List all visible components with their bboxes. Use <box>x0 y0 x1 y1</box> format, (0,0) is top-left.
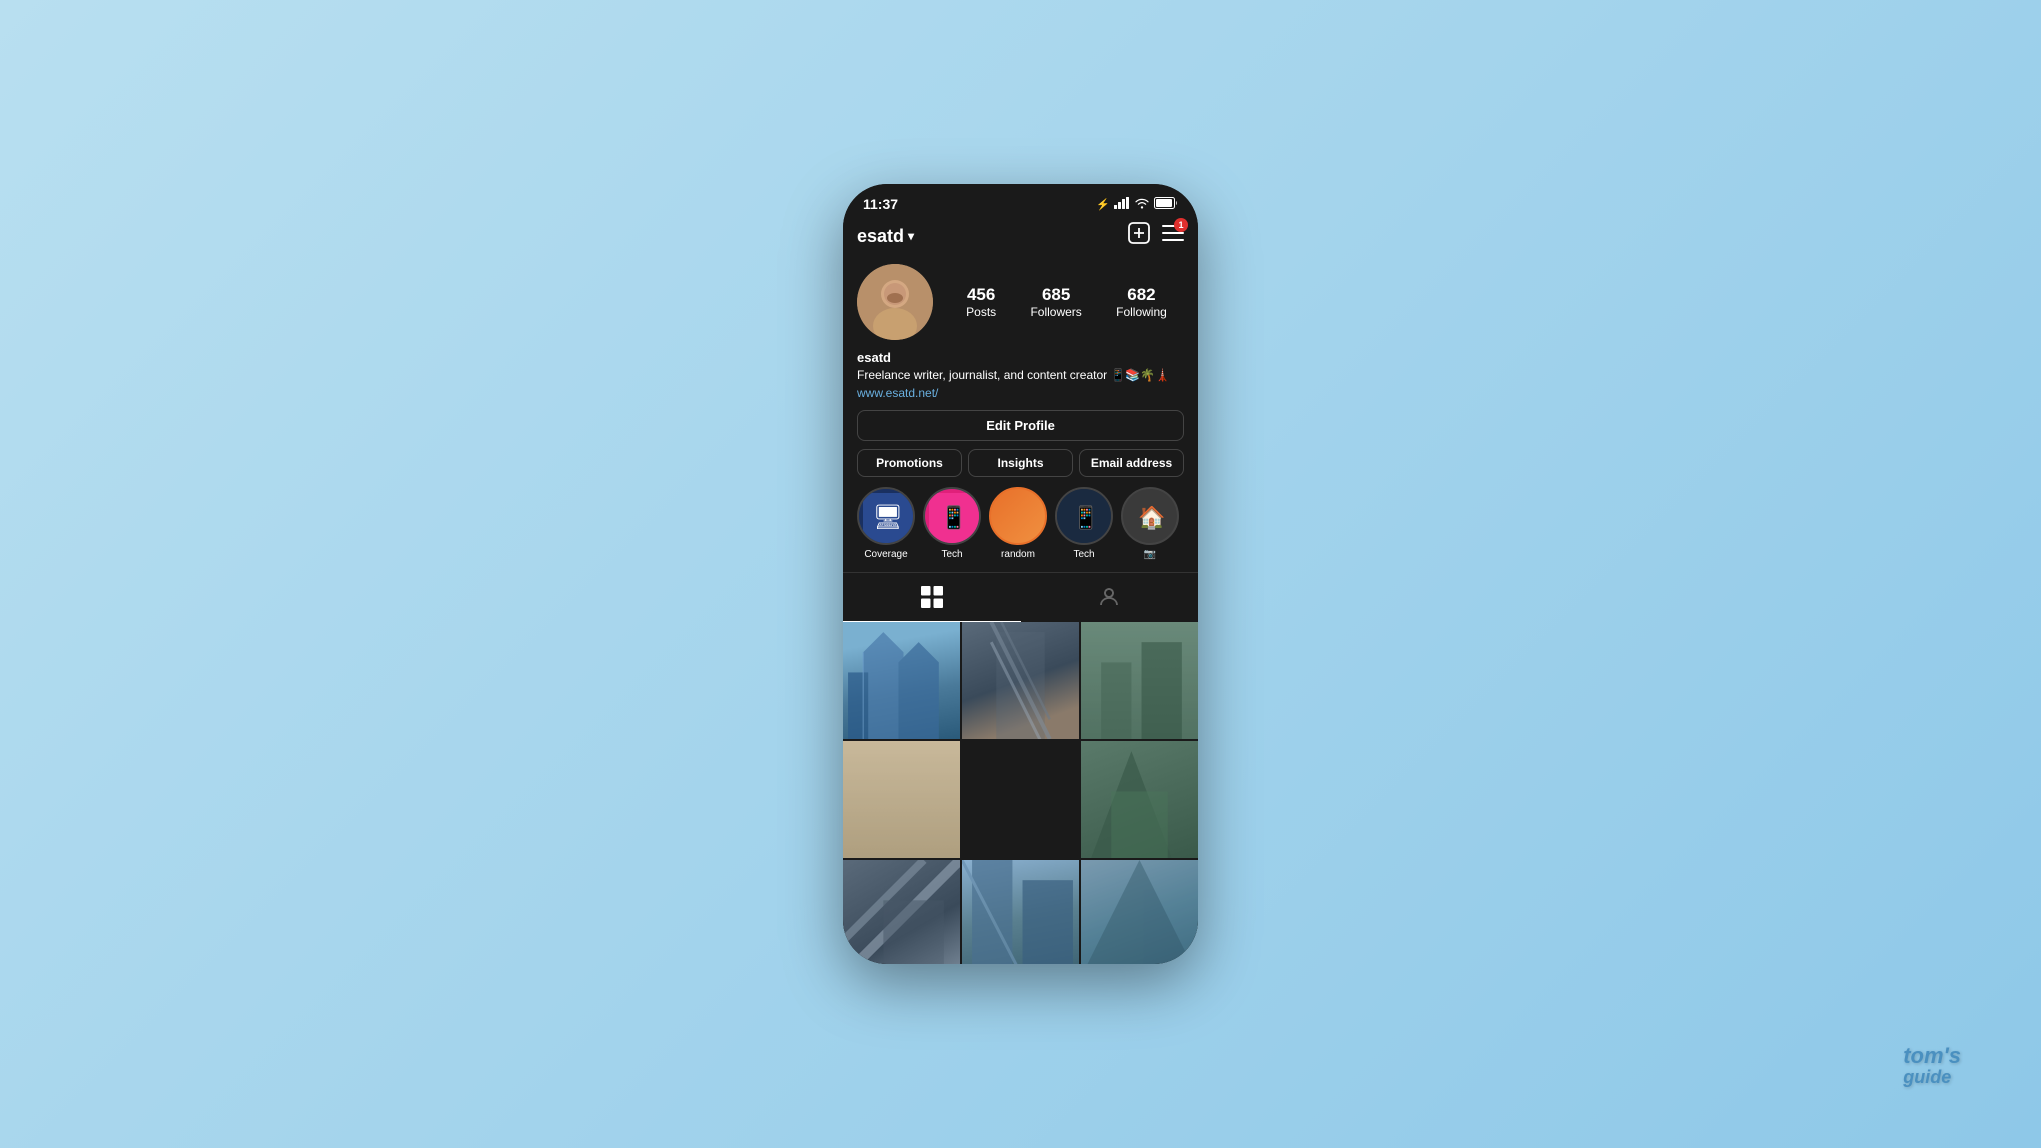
edit-profile-button[interactable]: Edit Profile <box>857 410 1184 441</box>
photo-cell-2[interactable] <box>962 622 1079 739</box>
photo-7 <box>962 860 1079 964</box>
story-circle-tech2: 📱 <box>1055 487 1113 545</box>
story-last[interactable]: 🏠 📷 <box>1121 487 1179 560</box>
photo-cell-7[interactable] <box>962 860 1079 964</box>
photo-cell-5[interactable] <box>1081 741 1198 858</box>
svg-text:🖥: 🖥 <box>873 504 903 531</box>
story-label-random: random <box>1001 549 1035 560</box>
story-random[interactable]: random <box>989 487 1047 560</box>
battery-icon <box>1154 197 1178 212</box>
story-coverage[interactable]: 🖥 Coverage <box>857 487 915 560</box>
followers-label: Followers <box>1030 305 1081 319</box>
email-address-button[interactable]: Email address <box>1079 449 1184 477</box>
notification-badge: 1 <box>1174 218 1188 232</box>
signal-icon <box>1114 197 1130 212</box>
story-tech1[interactable]: 📱 Tech <box>923 487 981 560</box>
svg-text:📱: 📱 <box>1072 505 1099 530</box>
story-label-coverage: Coverage <box>864 549 907 560</box>
photo-cell-8[interactable] <box>1081 860 1198 964</box>
posts-count: 456 <box>967 285 995 305</box>
photo-4 <box>843 741 960 858</box>
stats-container: 456 Posts 685 Followers 682 Following <box>949 285 1184 319</box>
photo-1 <box>843 622 960 739</box>
watermark: tom's guide <box>1903 1044 1961 1088</box>
insights-button[interactable]: Insights <box>968 449 1073 477</box>
tab-tagged[interactable] <box>1021 573 1199 622</box>
photo-cell-4[interactable] <box>843 741 960 858</box>
story-circle-last: 🏠 <box>1121 487 1179 545</box>
profile-bio: Freelance writer, journalist, and conten… <box>857 367 1184 384</box>
posts-label: Posts <box>966 305 996 319</box>
profile-section: 456 Posts 685 Followers 682 Following es… <box>843 258 1198 572</box>
followers-stat[interactable]: 685 Followers <box>1030 285 1081 319</box>
chevron-down-icon: ▾ <box>908 229 914 243</box>
svg-text:📱: 📱 <box>940 505 967 530</box>
watermark-line2: guide <box>1903 1068 1961 1088</box>
story-circle-tech1: 📱 <box>923 487 981 545</box>
bluetooth-icon: ⚡ <box>1096 198 1110 211</box>
photo-3 <box>1081 622 1198 739</box>
watermark-line1: tom's <box>1903 1044 1961 1068</box>
story-label-last: 📷 <box>1144 549 1156 560</box>
photo-cell-6[interactable] <box>843 860 960 964</box>
username-section[interactable]: esatd ▾ <box>857 226 914 247</box>
content-tabs <box>843 572 1198 622</box>
action-buttons: Promotions Insights Email address <box>857 449 1184 477</box>
followers-count: 685 <box>1042 285 1070 305</box>
photo-2 <box>962 622 1079 739</box>
menu-button[interactable]: 1 <box>1162 222 1184 250</box>
following-label: Following <box>1116 305 1167 319</box>
profile-stats-row: 456 Posts 685 Followers 682 Following <box>857 264 1184 340</box>
photo-8 <box>1081 860 1198 964</box>
profile-header: esatd ▾ 1 <box>843 216 1198 258</box>
story-label-tech2: Tech <box>1073 549 1094 560</box>
story-label-tech1: Tech <box>941 549 962 560</box>
story-circle-random <box>989 487 1047 545</box>
status-time: 11:37 <box>863 196 898 212</box>
username-text: esatd <box>857 226 904 247</box>
add-post-button[interactable] <box>1128 222 1150 250</box>
phone-frame: 11:37 ⚡ <box>843 184 1198 964</box>
story-tech2[interactable]: 📱 Tech <box>1055 487 1113 560</box>
photo-5 <box>1081 741 1198 858</box>
tab-grid[interactable] <box>843 573 1021 622</box>
profile-link[interactable]: www.esatd.net/ <box>857 386 1184 400</box>
promotions-button[interactable]: Promotions <box>857 449 962 477</box>
profile-username: esatd <box>857 350 1184 365</box>
photo-grid <box>843 622 1198 964</box>
highlights-row: 🖥 Coverage 📱 Tech <box>857 487 1184 566</box>
posts-stat[interactable]: 456 Posts <box>966 285 996 319</box>
photo-cell-3[interactable] <box>1081 622 1198 739</box>
svg-text:🏠: 🏠 <box>1138 505 1165 530</box>
photo-6 <box>843 860 960 964</box>
avatar-image <box>857 264 933 340</box>
wifi-icon <box>1134 197 1150 212</box>
header-actions: 1 <box>1128 222 1184 250</box>
following-stat[interactable]: 682 Following <box>1116 285 1167 319</box>
status-icons: ⚡ <box>1096 197 1178 212</box>
status-bar: 11:37 ⚡ <box>843 184 1198 216</box>
following-count: 682 <box>1127 285 1155 305</box>
content-area: 456 Posts 685 Followers 682 Following es… <box>843 258 1198 964</box>
story-circle-coverage: 🖥 <box>857 487 915 545</box>
photo-cell-1[interactable] <box>843 622 960 739</box>
avatar[interactable] <box>857 264 933 340</box>
